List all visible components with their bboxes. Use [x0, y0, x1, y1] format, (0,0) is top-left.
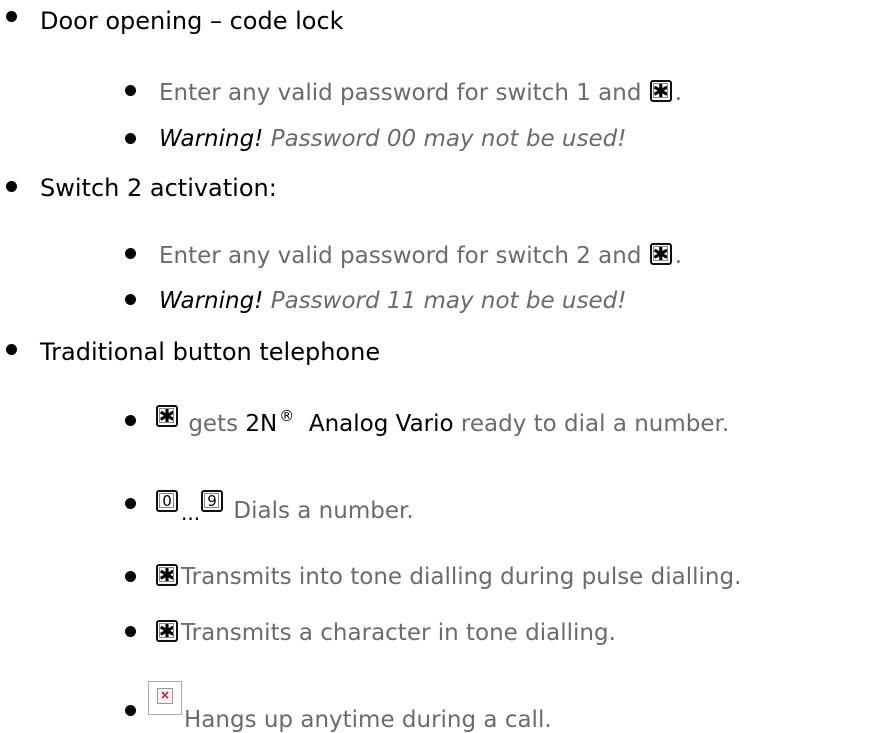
warning-text: Password 11 may not be used!	[270, 288, 627, 314]
list-item: × Hangs up anytime during a call.	[148, 681, 552, 732]
bullet	[125, 571, 136, 582]
section-title-switch-2: Switch 2 activation:	[40, 174, 277, 202]
item-text: Hangs up anytime during a call.	[184, 707, 552, 733]
item-text: ready to dial a number.	[460, 411, 730, 437]
warning-item: Warning! Password 11 may not be used!	[159, 290, 626, 313]
item-text: Enter any valid password for switch 2 an…	[159, 243, 642, 269]
star-key-icon: ✱	[156, 564, 178, 586]
bullet	[125, 133, 136, 144]
bullet	[125, 415, 136, 426]
list-item: ✱ Transmits into tone dialling during pul…	[155, 564, 741, 589]
star-key-icon: ✱	[156, 405, 178, 427]
star-key-icon: ✱	[156, 620, 178, 642]
list-item: 0... 9 Dials a number.	[155, 490, 414, 523]
warning-text: Password 00 may not be used!	[270, 126, 627, 152]
hangup-icon: ×	[148, 681, 182, 715]
warning-label: Warning!	[159, 288, 264, 314]
item-suffix: .	[674, 80, 683, 106]
star-key-icon: ✱	[649, 243, 672, 265]
bullet	[125, 85, 136, 96]
bullet	[125, 294, 136, 305]
range-dots: ...	[181, 501, 201, 525]
product-name: 2N ® Analog Vario	[245, 407, 454, 437]
section-title-door-opening: Door opening – code lock	[40, 7, 344, 35]
warning-item: Warning! Password 00 may not be used!	[159, 128, 626, 151]
bullet	[6, 11, 17, 22]
item-prefix: gets	[188, 411, 239, 437]
warning-label: Warning!	[159, 126, 264, 152]
item-text: Transmits a character in tone dialling.	[181, 620, 616, 646]
list-item: Enter any valid password for switch 2 an…	[159, 243, 682, 268]
list-item: ✱ gets 2N ® Analog Vario ready to dial a …	[155, 405, 729, 436]
bullet	[125, 248, 136, 259]
item-text: Dials a number.	[233, 498, 414, 524]
list-item: ✱ Transmits a character in tone dialling.	[155, 620, 616, 645]
item-text: Transmits into tone dialling during puls…	[181, 564, 742, 590]
section-title-button-telephone: Traditional button telephone	[40, 338, 381, 366]
list-item: Enter any valid password for switch 1 an…	[159, 80, 682, 105]
bullet	[125, 498, 136, 509]
digit-9-key-icon: 9	[201, 490, 224, 512]
star-key-icon: ✱	[649, 80, 672, 102]
digit-0-key-icon: 0	[156, 490, 178, 512]
bullet	[125, 705, 136, 716]
item-text: Enter any valid password for switch 1 an…	[159, 80, 642, 106]
bullet	[125, 626, 136, 637]
bullet	[6, 344, 17, 355]
bullet	[6, 181, 17, 192]
item-suffix: .	[674, 243, 683, 269]
